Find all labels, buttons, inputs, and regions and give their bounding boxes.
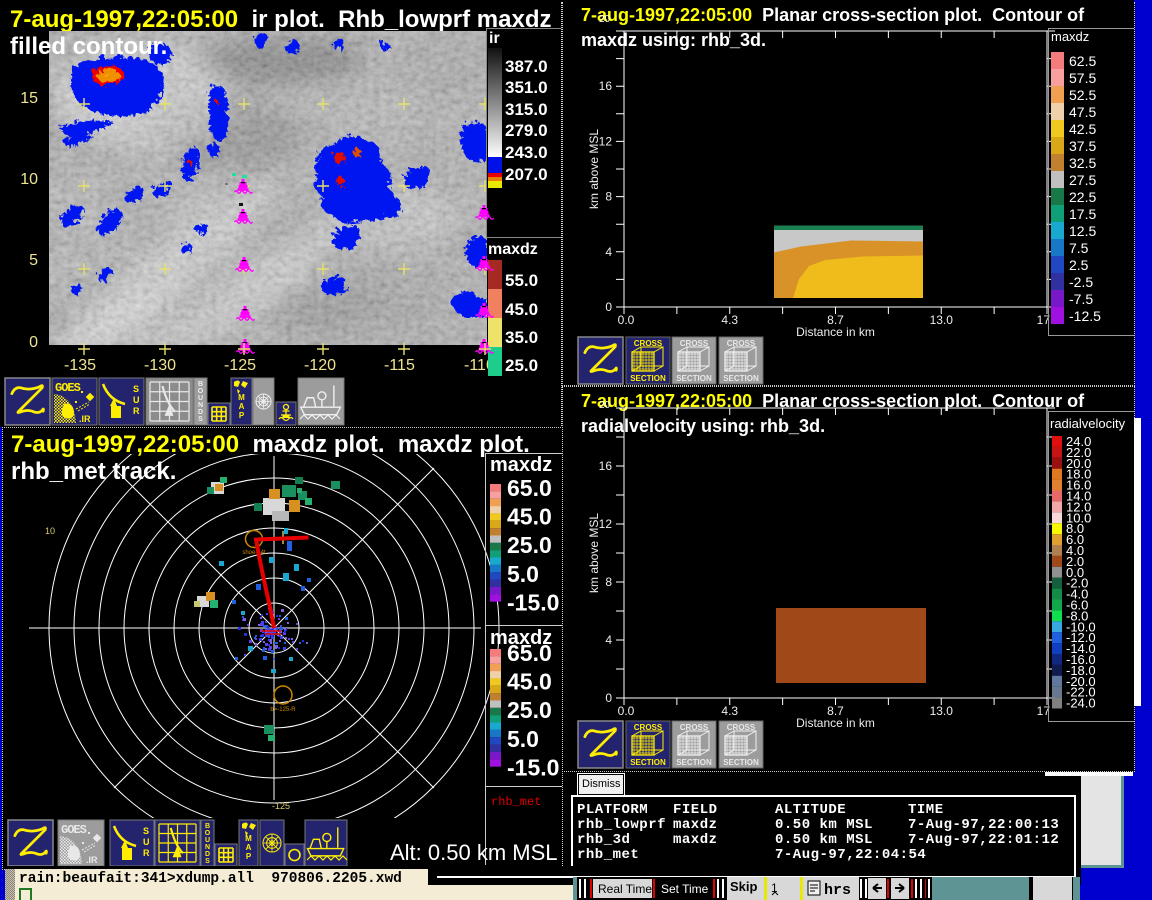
svg-text:SECTION: SECTION: [723, 758, 759, 767]
svg-text:Distance in km: Distance in km: [796, 325, 875, 339]
svg-text:b=-125-R: b=-125-R: [270, 707, 296, 713]
svg-text:SECTION: SECTION: [630, 758, 666, 767]
svg-text:5.0: 5.0: [507, 561, 539, 587]
svg-text:SECTION: SECTION: [723, 374, 759, 383]
svg-text:-7.5: -7.5: [1069, 291, 1093, 307]
svg-text:-12.5: -12.5: [1069, 308, 1101, 324]
svg-text:47.5: 47.5: [1069, 104, 1096, 120]
svg-text:U: U: [205, 837, 210, 844]
svg-text:4.3: 4.3: [721, 704, 738, 718]
svg-text:65.0: 65.0: [507, 475, 552, 501]
svg-text:SECTION: SECTION: [630, 374, 666, 383]
svg-text:2.5: 2.5: [1069, 257, 1089, 273]
svg-text:4: 4: [605, 633, 612, 647]
svg-text:37.5: 37.5: [1069, 138, 1096, 154]
svg-text:-125: -125: [272, 801, 290, 811]
svg-text:B: B: [205, 823, 210, 830]
svg-text:45.0: 45.0: [507, 504, 552, 530]
svg-text:U: U: [143, 837, 150, 847]
svg-text:D: D: [205, 851, 210, 858]
svg-text:5.0: 5.0: [507, 726, 539, 752]
svg-text:16: 16: [599, 459, 613, 473]
svg-text:O: O: [205, 830, 211, 837]
svg-text:32.5: 32.5: [1069, 155, 1096, 171]
svg-text:25.0: 25.0: [507, 697, 552, 723]
svg-text:8: 8: [605, 190, 612, 204]
svg-text:0.0: 0.0: [618, 704, 635, 718]
svg-text:65.0: 65.0: [507, 640, 552, 666]
svg-text:shoe-14t: shoe-14t: [242, 550, 266, 556]
svg-text:17.5: 17.5: [1069, 206, 1096, 222]
svg-text:N: N: [205, 844, 210, 851]
svg-text:Skip: Skip: [730, 879, 758, 894]
svg-text:42.5: 42.5: [1069, 121, 1096, 137]
svg-text:4: 4: [605, 245, 612, 259]
svg-text:4.3: 4.3: [721, 313, 738, 327]
svg-text:M: M: [245, 834, 252, 843]
svg-text:10: 10: [45, 526, 55, 536]
svg-text:Distance in km: Distance in km: [796, 716, 875, 727]
svg-text:12.5: 12.5: [1069, 223, 1096, 239]
svg-text:25.0: 25.0: [507, 532, 552, 558]
svg-text:km above MSL: km above MSL: [587, 129, 601, 209]
svg-text:-24.0: -24.0: [1066, 696, 1096, 711]
svg-text:R: R: [143, 848, 150, 858]
svg-text:0: 0: [605, 691, 612, 705]
svg-text:62.5: 62.5: [1069, 53, 1096, 69]
svg-text:7.5: 7.5: [1069, 240, 1089, 256]
svg-text:16: 16: [599, 79, 613, 93]
svg-text:SECTION: SECTION: [676, 374, 712, 383]
svg-text:.IR: .IR: [86, 855, 98, 865]
svg-text:22.5: 22.5: [1069, 189, 1096, 205]
svg-text:SECTION: SECTION: [676, 758, 712, 767]
svg-text:P: P: [246, 852, 252, 861]
svg-text:27.5: 27.5: [1069, 172, 1096, 188]
svg-text:-15.0: -15.0: [507, 754, 559, 780]
svg-text:hrs: hrs: [824, 882, 851, 899]
svg-text:GOES: GOES: [61, 823, 87, 837]
svg-text:0.0: 0.0: [618, 313, 635, 327]
svg-text:-2.5: -2.5: [1069, 274, 1093, 290]
svg-text:52.5: 52.5: [1069, 87, 1096, 103]
svg-text:km above MSL: km above MSL: [587, 513, 601, 593]
svg-text:A: A: [246, 843, 252, 852]
svg-text:8: 8: [605, 575, 612, 589]
svg-text:S: S: [205, 858, 210, 865]
svg-text:45.0: 45.0: [507, 669, 552, 695]
svg-text:S: S: [143, 826, 149, 836]
svg-text:13.0: 13.0: [930, 313, 954, 327]
svg-text:13.0: 13.0: [930, 704, 954, 718]
svg-text:0: 0: [605, 300, 612, 314]
svg-text:-15.0: -15.0: [507, 589, 559, 615]
svg-text:Real Time: Real Time: [598, 882, 652, 896]
svg-text:57.5: 57.5: [1069, 70, 1096, 86]
svg-text:Set Time: Set Time: [661, 882, 709, 896]
